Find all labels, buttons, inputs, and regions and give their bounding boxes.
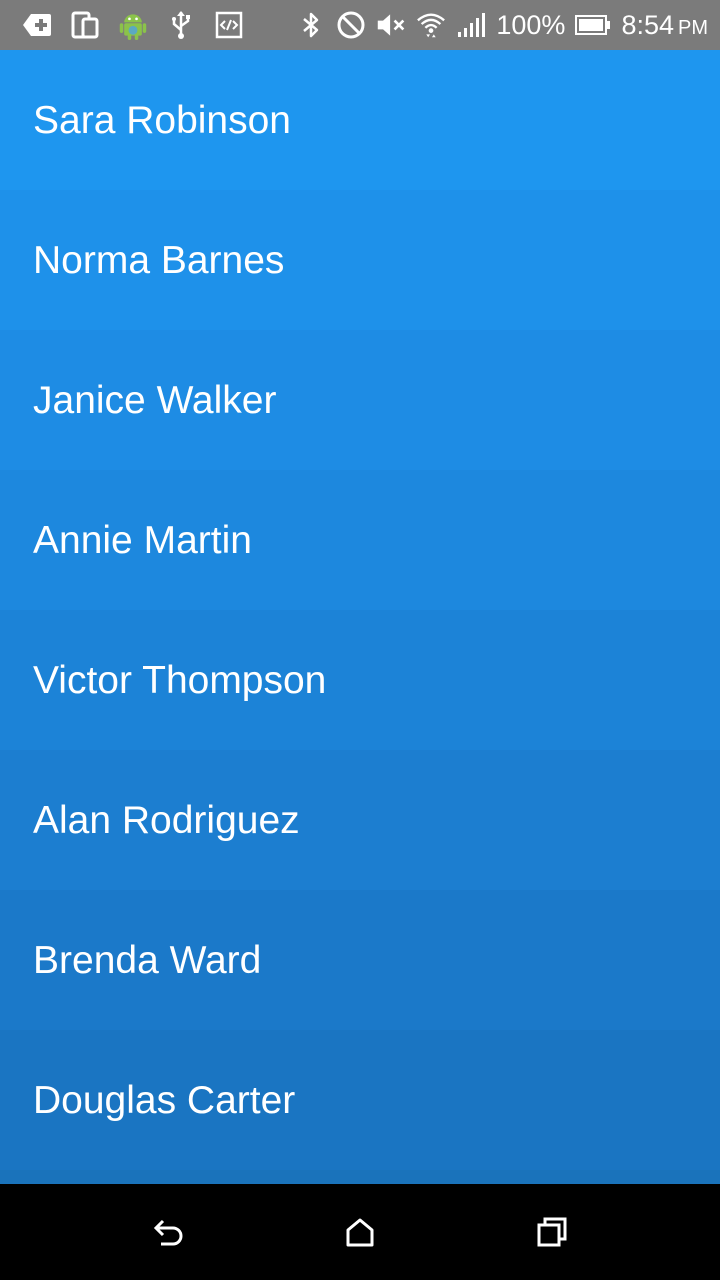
list-item-name: Douglas Carter bbox=[33, 1078, 296, 1122]
list-item-name: Annie Martin bbox=[33, 518, 252, 562]
list-item[interactable]: Alan Rodriguez bbox=[0, 750, 720, 890]
status-bar-right: 100% 8:54 PM bbox=[296, 10, 708, 40]
list-item-name: Janice Walker bbox=[33, 378, 277, 422]
list-item[interactable]: Norma Barnes bbox=[0, 190, 720, 330]
clock: 8:54 PM bbox=[621, 9, 708, 40]
do-not-disturb-icon bbox=[336, 10, 366, 40]
device-icon bbox=[70, 10, 100, 40]
list-item[interactable]: Victor Thompson bbox=[0, 610, 720, 750]
volume-muted-icon bbox=[376, 10, 406, 40]
list-item-name: Alan Rodriguez bbox=[33, 798, 300, 842]
bluetooth-icon bbox=[296, 10, 326, 40]
developer-code-icon bbox=[214, 10, 244, 40]
list-item-name: Sara Robinson bbox=[33, 98, 291, 142]
usb-icon bbox=[166, 10, 196, 40]
list-item-name: Brenda Ward bbox=[33, 938, 262, 982]
list-item-name: Norma Barnes bbox=[33, 238, 285, 282]
battery-full-icon bbox=[575, 10, 611, 40]
list-item[interactable]: Janice Walker bbox=[0, 330, 720, 470]
navigation-bar bbox=[0, 1184, 720, 1280]
recents-icon bbox=[537, 1217, 567, 1247]
add-box-icon bbox=[22, 10, 52, 40]
back-icon bbox=[153, 1219, 183, 1246]
home-button[interactable] bbox=[336, 1208, 384, 1256]
status-bar: 100% 8:54 PM bbox=[0, 0, 720, 50]
list-item[interactable]: Sara Robinson bbox=[0, 50, 720, 190]
android-icon bbox=[118, 10, 148, 40]
home-icon bbox=[346, 1218, 374, 1247]
signal-icon bbox=[456, 10, 486, 40]
wifi-icon bbox=[416, 10, 446, 40]
back-button[interactable] bbox=[143, 1208, 191, 1256]
clock-time: 8:54 bbox=[621, 9, 674, 40]
clock-ampm: PM bbox=[678, 16, 708, 39]
recents-button[interactable] bbox=[528, 1208, 576, 1256]
status-bar-left bbox=[22, 10, 244, 40]
battery-percent: 100% bbox=[496, 9, 566, 40]
list-item[interactable]: Douglas Carter bbox=[0, 1030, 720, 1170]
contact-list[interactable]: Sara Robinson Norma Barnes Janice Walker An… bbox=[0, 50, 720, 1184]
list-item-name: Victor Thompson bbox=[33, 658, 327, 702]
phone-screen: 100% 8:54 PM Sara Robinson Norma Barnes Ja… bbox=[0, 0, 720, 1280]
list-item[interactable]: Annie Martin bbox=[0, 470, 720, 610]
list-item[interactable]: Brenda Ward bbox=[0, 890, 720, 1030]
